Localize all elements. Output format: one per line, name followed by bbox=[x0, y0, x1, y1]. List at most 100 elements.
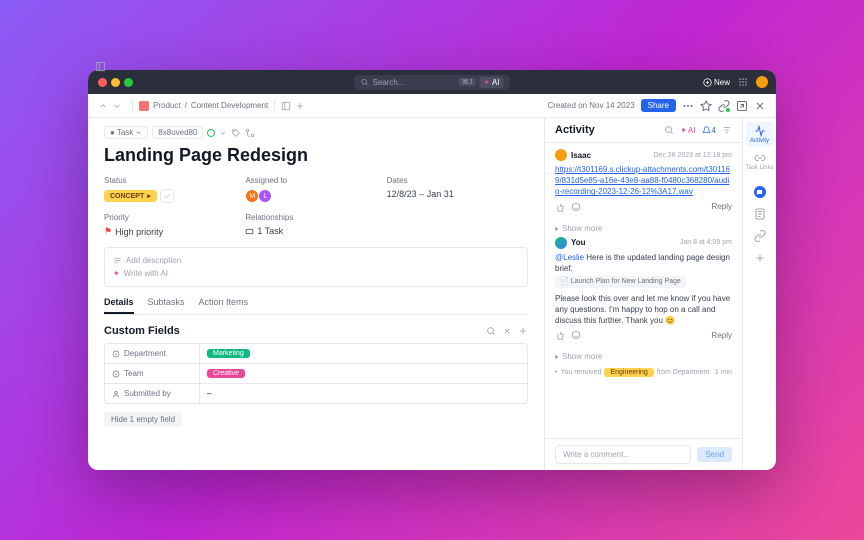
notification-badge[interactable]: 4 bbox=[702, 126, 716, 135]
chevron-down-icon[interactable] bbox=[112, 101, 122, 111]
bell-icon bbox=[702, 126, 711, 135]
table-row[interactable]: Team Creative bbox=[105, 364, 527, 384]
tag[interactable]: Marketing bbox=[207, 349, 250, 358]
apps-icon[interactable] bbox=[738, 77, 748, 87]
sparkle-icon: ✦ bbox=[113, 269, 120, 278]
rail-plus-icon[interactable] bbox=[754, 252, 766, 264]
ai-chip[interactable]: ✦AI bbox=[680, 126, 695, 135]
rail-activity[interactable]: Activity bbox=[746, 122, 774, 147]
attachment-chip[interactable]: 📄 Launch Plan for New Landing Page bbox=[555, 276, 686, 288]
post-link[interactable]: https://t301169.s.clickup-attachments.co… bbox=[555, 165, 730, 196]
assignees[interactable]: M L bbox=[245, 189, 386, 203]
task-type-pill[interactable]: ● Task bbox=[104, 126, 148, 139]
rail-task-links[interactable]: Task Links bbox=[746, 149, 774, 174]
avatar bbox=[555, 149, 567, 161]
status-dot-icon[interactable] bbox=[207, 129, 215, 137]
link-icon bbox=[754, 152, 766, 164]
rail-app-icon[interactable] bbox=[754, 186, 766, 198]
search-icon[interactable] bbox=[664, 125, 674, 135]
comment-input[interactable]: Write a comment... bbox=[555, 445, 691, 464]
task-title[interactable]: Landing Page Redesign bbox=[104, 145, 528, 166]
breadcrumb[interactable]: Product / Content Development bbox=[139, 101, 268, 111]
search-placeholder: Search... bbox=[373, 78, 405, 87]
emoji-icon[interactable] bbox=[571, 330, 581, 340]
write-with-ai[interactable]: ✦Write with AI bbox=[113, 267, 519, 280]
table-row[interactable]: Department Marketing bbox=[105, 344, 527, 364]
main-content: ● Task 8x8uved80 Landing Page Redesign S… bbox=[88, 118, 544, 470]
reply-button[interactable]: Reply bbox=[712, 331, 732, 340]
dropdown-icon bbox=[112, 370, 120, 378]
custom-fields-table: Department Marketing Team Creative Submi… bbox=[104, 343, 528, 404]
activity-post: Isaac Dec 26 2023 at 12:18 pm https://t3… bbox=[555, 149, 732, 212]
merge-icon[interactable] bbox=[245, 128, 255, 138]
expand-icon[interactable] bbox=[502, 326, 512, 336]
chevron-down-icon bbox=[135, 129, 142, 136]
toolbar: Product / Content Development Created on… bbox=[88, 94, 776, 118]
plus-icon[interactable] bbox=[295, 101, 305, 111]
dates-label: Dates bbox=[387, 176, 528, 185]
search-shortcut: ⌘J bbox=[459, 78, 476, 86]
show-more[interactable]: ▸ Show more bbox=[555, 348, 732, 365]
send-button[interactable]: Send bbox=[697, 447, 732, 462]
dropdown-icon bbox=[112, 350, 120, 358]
search-icon[interactable] bbox=[486, 326, 496, 336]
chevron-up-icon[interactable] bbox=[98, 101, 108, 111]
new-tab-icon[interactable] bbox=[281, 101, 291, 111]
flag-icon: ⚑ bbox=[104, 226, 112, 237]
share-button[interactable]: Share bbox=[641, 99, 676, 112]
tag-icon[interactable] bbox=[231, 128, 241, 138]
tab-subtasks[interactable]: Subtasks bbox=[148, 297, 185, 314]
chevron-down-icon[interactable] bbox=[219, 129, 227, 137]
folder-icon bbox=[139, 101, 149, 111]
tag[interactable]: Creative bbox=[207, 369, 245, 378]
filter-icon[interactable] bbox=[722, 125, 732, 135]
task-id-pill[interactable]: 8x8uved80 bbox=[152, 126, 203, 139]
mention[interactable]: @Leslie bbox=[555, 253, 584, 262]
tab-details[interactable]: Details bbox=[104, 297, 134, 314]
rail-doc-icon[interactable] bbox=[754, 208, 766, 220]
expand-icon[interactable] bbox=[736, 100, 748, 112]
minimize-window[interactable] bbox=[111, 78, 120, 87]
right-rail: Activity Task Links bbox=[742, 118, 776, 470]
table-row[interactable]: Submitted by – bbox=[105, 384, 527, 403]
emoji-icon[interactable] bbox=[571, 202, 581, 212]
activity-post: You Jan 8 at 4:09 pm @Leslie Here is the… bbox=[555, 237, 732, 341]
thumbs-up-icon[interactable] bbox=[555, 202, 565, 212]
new-button[interactable]: New bbox=[703, 78, 730, 87]
close-window[interactable] bbox=[98, 78, 107, 87]
close-icon[interactable] bbox=[754, 100, 766, 112]
hide-empty-button[interactable]: Hide 1 empty field bbox=[104, 412, 182, 427]
plus-icon[interactable] bbox=[518, 326, 528, 336]
thumbs-up-icon[interactable] bbox=[555, 330, 565, 340]
description-box[interactable]: Add description ✦Write with AI bbox=[104, 247, 528, 287]
global-search[interactable]: Search... ⌘J ✦AI bbox=[355, 75, 510, 90]
avatar bbox=[555, 237, 567, 249]
avatar: L bbox=[258, 189, 272, 203]
search-icon bbox=[361, 78, 369, 86]
custom-fields-title: Custom Fields bbox=[104, 325, 180, 337]
tab-action-items[interactable]: Action Items bbox=[199, 297, 249, 314]
status-badge[interactable]: CONCEPT ▸ bbox=[104, 190, 157, 202]
relationships-value[interactable]: 1 Task bbox=[245, 226, 386, 236]
dates-value[interactable]: 12/8/23 – Jan 31 bbox=[387, 189, 528, 199]
user-avatar[interactable] bbox=[756, 76, 768, 88]
search-ai-button[interactable]: ✦AI bbox=[479, 77, 503, 88]
maximize-window[interactable] bbox=[124, 78, 133, 87]
more-icon[interactable] bbox=[682, 100, 694, 112]
rail-link-icon[interactable] bbox=[754, 230, 766, 242]
status-label: Status bbox=[104, 176, 245, 185]
add-description[interactable]: Add description bbox=[113, 254, 519, 267]
attach-icon[interactable] bbox=[718, 100, 730, 112]
tabs: Details Subtasks Action Items bbox=[104, 297, 528, 315]
assigned-label: Assigned to bbox=[245, 176, 386, 185]
relationships-label: Relationships bbox=[245, 213, 386, 222]
priority-value[interactable]: ⚑ High priority bbox=[104, 226, 245, 237]
post-author[interactable]: You bbox=[571, 238, 586, 247]
show-more[interactable]: ▸ Show more bbox=[555, 220, 732, 237]
activity-title: Activity bbox=[555, 124, 595, 136]
post-author[interactable]: Isaac bbox=[571, 151, 591, 160]
status-check-icon[interactable] bbox=[160, 189, 174, 203]
star-icon[interactable] bbox=[700, 100, 712, 112]
reply-button[interactable]: Reply bbox=[712, 202, 732, 211]
user-icon bbox=[112, 390, 120, 398]
